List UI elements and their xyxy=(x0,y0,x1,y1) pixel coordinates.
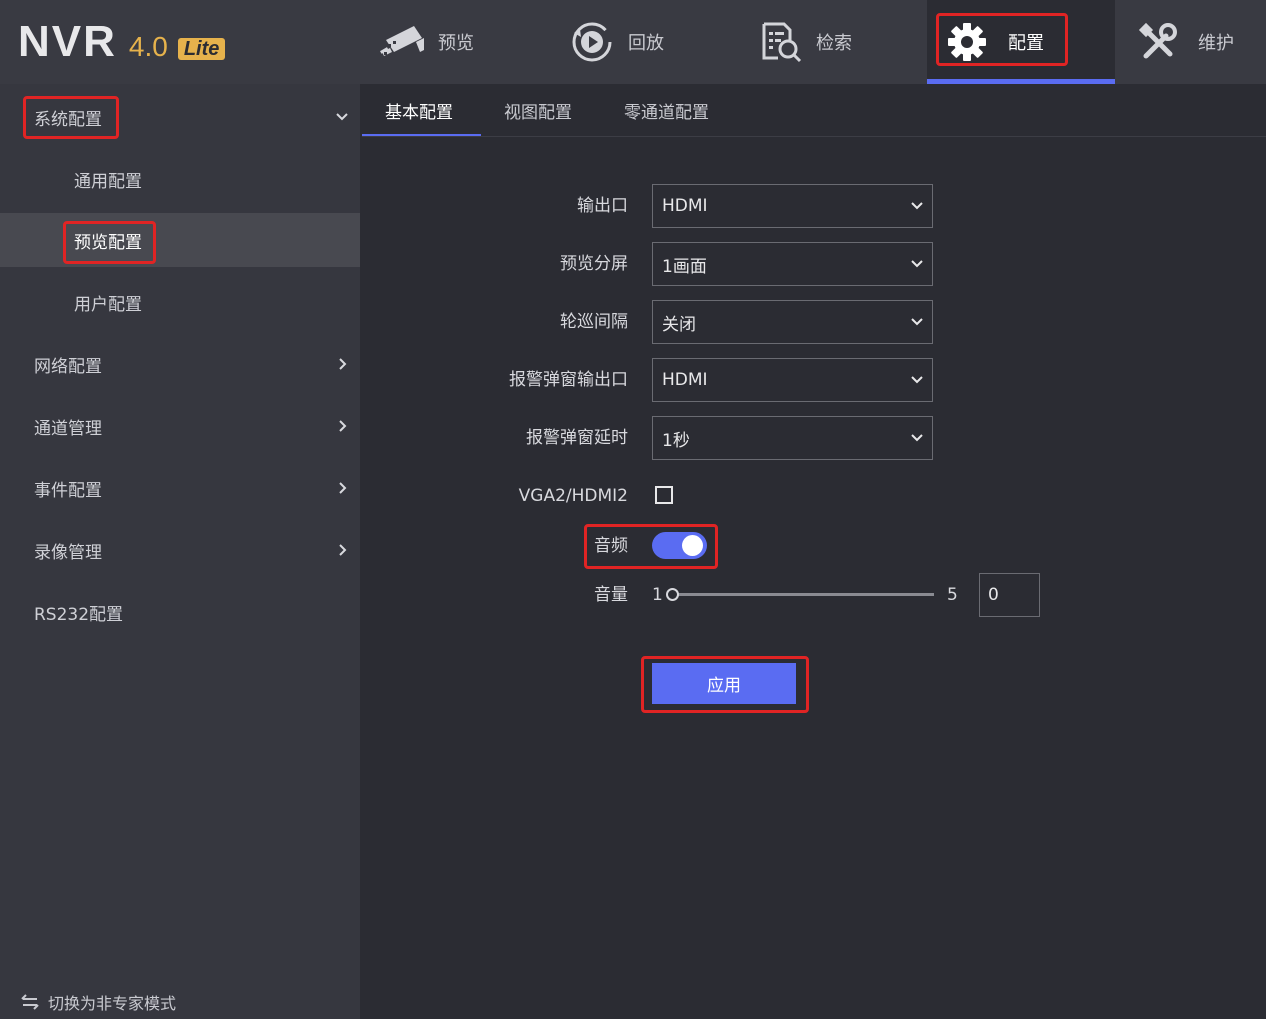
gear-icon xyxy=(942,20,992,64)
config-tabs: 基本配置 视图配置 零通道配置 xyxy=(362,84,1266,137)
nav-search[interactable]: 检索 xyxy=(754,0,852,84)
toggle-knob xyxy=(682,535,703,556)
chevron-right-icon xyxy=(339,544,347,556)
split-select[interactable]: 1画面 xyxy=(652,242,933,286)
file-search-icon xyxy=(754,20,806,64)
sidebar-item-system-config[interactable]: 系统配置 xyxy=(0,90,360,144)
chevron-down-icon xyxy=(911,376,923,384)
sidebar-item-label: 用户配置 xyxy=(74,294,142,315)
volume-label: 音量 xyxy=(594,585,628,605)
volume-min-label: 1 xyxy=(652,585,663,605)
nav-maintenance-label: 维护 xyxy=(1198,33,1234,54)
alarm-delay-label: 报警弹窗延时 xyxy=(526,428,628,448)
logo-edition-badge: Lite xyxy=(177,38,226,60)
nav-playback-label: 回放 xyxy=(628,33,664,54)
logo-text: NVR xyxy=(18,17,117,66)
chevron-down-icon xyxy=(911,434,923,442)
chevron-down-icon xyxy=(911,318,923,326)
sidebar-item-label: 网络配置 xyxy=(34,356,102,377)
volume-slider-thumb[interactable] xyxy=(666,588,679,601)
chevron-down-icon xyxy=(911,202,923,210)
apply-button-label: 应用 xyxy=(707,676,741,695)
nav-preview-label: 预览 xyxy=(438,33,474,54)
sidebar-item-rs232-config[interactable]: RS232配置 xyxy=(0,585,360,639)
volume-max-label: 5 xyxy=(947,585,958,605)
apply-button[interactable]: 应用 xyxy=(652,663,796,704)
sidebar-item-event-config[interactable]: 事件配置 xyxy=(0,461,360,515)
sidebar-item-label: 事件配置 xyxy=(34,480,102,501)
nav-playback[interactable]: 回放 xyxy=(566,0,664,84)
sidebar-item-label: 通道管理 xyxy=(34,418,102,439)
vga-hdmi2-checkbox[interactable] xyxy=(655,486,673,504)
nav-preview[interactable]: 预览 xyxy=(376,0,474,84)
audio-label: 音频 xyxy=(594,536,628,556)
output-value: HDMI xyxy=(662,196,708,216)
top-navigation-bar: NVR 4.0 Lite 预览 回放 检索 配置 维护 xyxy=(0,0,1266,84)
patrol-label: 轮巡间隔 xyxy=(560,312,628,332)
split-label: 预览分屏 xyxy=(560,254,628,274)
tab-zero-channel-config[interactable]: 零通道配置 xyxy=(624,84,709,137)
chevron-down-icon xyxy=(336,113,348,121)
sidebar-item-label: 通用配置 xyxy=(74,171,142,192)
tab-view-config[interactable]: 视图配置 xyxy=(504,84,572,137)
sidebar-item-user-config[interactable]: 用户配置 xyxy=(0,275,360,329)
sidebar-item-label: RS232配置 xyxy=(34,604,124,625)
output-select[interactable]: HDMI xyxy=(652,184,933,228)
chevron-right-icon xyxy=(339,358,347,370)
alarm-output-select[interactable]: HDMI xyxy=(652,358,933,402)
expert-mode-label: 切换为非专家模式 xyxy=(48,994,177,1013)
sidebar-item-network-config[interactable]: 网络配置 xyxy=(0,337,360,391)
logo-version: 4.0 xyxy=(128,31,168,62)
sidebar-item-record-mgmt[interactable]: 录像管理 xyxy=(0,523,360,577)
sidebar-item-general-config[interactable]: 通用配置 xyxy=(0,152,360,206)
tab-basic-config[interactable]: 基本配置 xyxy=(385,84,453,137)
app-logo: NVR 4.0 Lite xyxy=(18,14,226,66)
camera-icon xyxy=(376,20,428,64)
vga-hdmi2-label: VGA2/HDMI2 xyxy=(518,486,628,506)
sidebar-item-label: 系统配置 xyxy=(34,109,102,130)
patrol-select[interactable]: 关闭 xyxy=(652,300,933,344)
tools-icon xyxy=(1134,20,1182,64)
audio-toggle[interactable] xyxy=(652,532,707,559)
playback-icon xyxy=(566,20,618,64)
expert-mode-switch[interactable]: 切换为非专家模式 xyxy=(20,990,176,1014)
sidebar-item-label: 预览配置 xyxy=(74,232,142,253)
nav-search-label: 检索 xyxy=(816,33,852,54)
nav-config[interactable]: 配置 xyxy=(942,0,1044,84)
output-label: 输出口 xyxy=(577,196,628,216)
tab-label: 视图配置 xyxy=(504,103,572,123)
swap-arrows-icon xyxy=(21,994,39,1010)
alarm-output-value: HDMI xyxy=(662,370,708,390)
alarm-delay-select[interactable]: 1秒 xyxy=(652,416,933,460)
volume-slider-track[interactable] xyxy=(672,593,934,596)
nav-config-label: 配置 xyxy=(1008,33,1044,54)
chevron-down-icon xyxy=(911,260,923,268)
volume-input[interactable]: 0 xyxy=(979,573,1040,617)
chevron-right-icon xyxy=(339,482,347,494)
tab-label: 基本配置 xyxy=(385,103,453,123)
alarm-delay-value: 1秒 xyxy=(662,430,690,451)
volume-input-value: 0 xyxy=(988,585,999,605)
patrol-value: 关闭 xyxy=(662,314,696,335)
chevron-right-icon xyxy=(339,420,347,432)
tab-label: 零通道配置 xyxy=(624,103,709,123)
sidebar-item-label: 录像管理 xyxy=(34,542,102,563)
active-tab-indicator xyxy=(362,134,481,136)
nav-maintenance[interactable]: 维护 xyxy=(1134,0,1234,84)
sidebar-item-channel-mgmt[interactable]: 通道管理 xyxy=(0,399,360,453)
alarm-output-label: 报警弹窗输出口 xyxy=(509,370,628,390)
sidebar-item-preview-config[interactable]: 预览配置 xyxy=(0,213,360,267)
split-value: 1画面 xyxy=(662,256,707,277)
